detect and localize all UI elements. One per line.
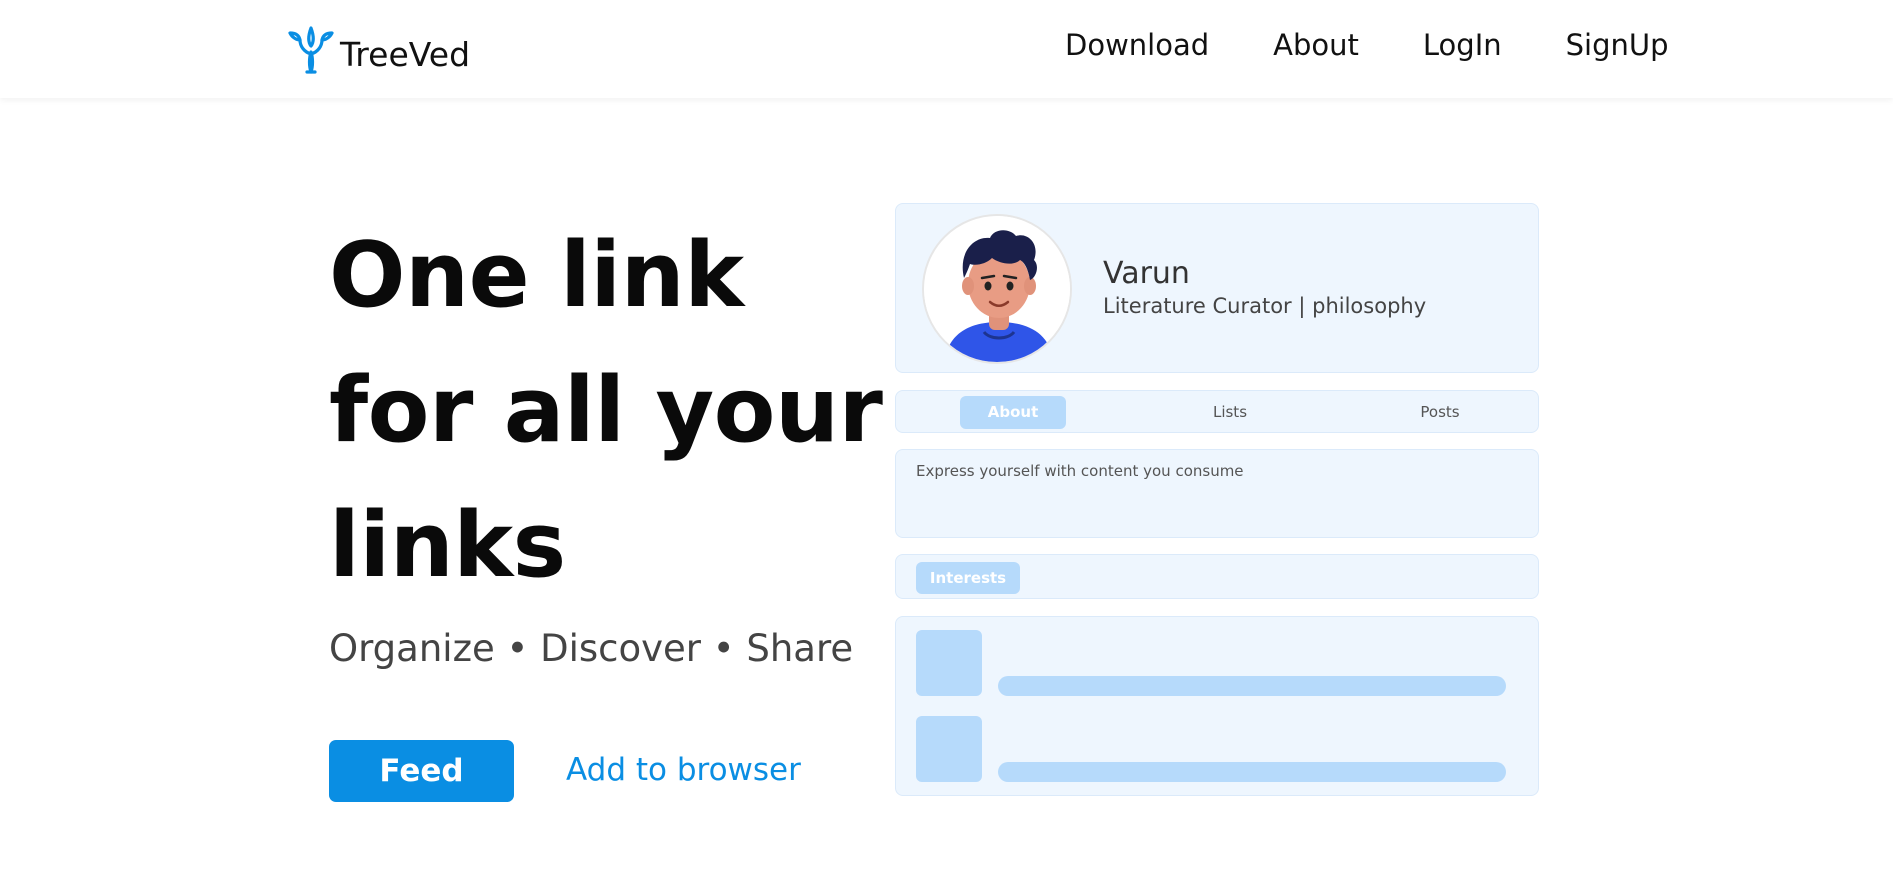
profile-bio-text: Express yourself with content you consum… <box>916 462 1244 480</box>
hero-title: One link for all your links <box>329 223 883 598</box>
nav-links: Download About LogIn SignUp <box>1065 28 1669 62</box>
profile-bio-card: Express yourself with content you consum… <box>895 449 1539 538</box>
list-item-thumbnail <box>916 716 982 782</box>
link-list-card <box>895 616 1539 796</box>
list-item-thumbnail <box>916 630 982 696</box>
tree-logo-icon <box>288 26 334 74</box>
feed-button[interactable]: Feed <box>329 740 514 802</box>
profile-tabs: About Lists Posts <box>895 390 1539 433</box>
brand-name: TreeVed <box>340 34 471 74</box>
profile-role: Literature Curator | philosophy <box>1103 294 1427 318</box>
profile-name: Varun <box>1103 256 1190 291</box>
nav-login-link[interactable]: LogIn <box>1423 28 1502 62</box>
nav-about-link[interactable]: About <box>1273 28 1359 62</box>
tab-about[interactable]: About <box>960 396 1066 429</box>
list-item-placeholder-bar <box>998 762 1506 782</box>
list-item-placeholder-bar <box>998 676 1506 696</box>
tab-lists[interactable]: Lists <box>1180 396 1280 429</box>
add-to-browser-link[interactable]: Add to browser <box>566 752 801 788</box>
top-navbar: TreeVed Download About LogIn SignUp <box>0 0 1893 98</box>
avatar-illustration <box>924 216 1070 362</box>
interests-card: Interests <box>895 554 1539 599</box>
tab-posts[interactable]: Posts <box>1390 396 1490 429</box>
nav-signup-link[interactable]: SignUp <box>1566 28 1669 62</box>
profile-header-card: Varun Literature Curator | philosophy <box>895 203 1539 373</box>
hero-subtitle: Organize • Discover • Share <box>329 627 854 670</box>
nav-download-link[interactable]: Download <box>1065 28 1209 62</box>
interests-chip: Interests <box>916 562 1020 594</box>
avatar <box>922 214 1072 364</box>
brand[interactable]: TreeVed <box>286 22 470 76</box>
